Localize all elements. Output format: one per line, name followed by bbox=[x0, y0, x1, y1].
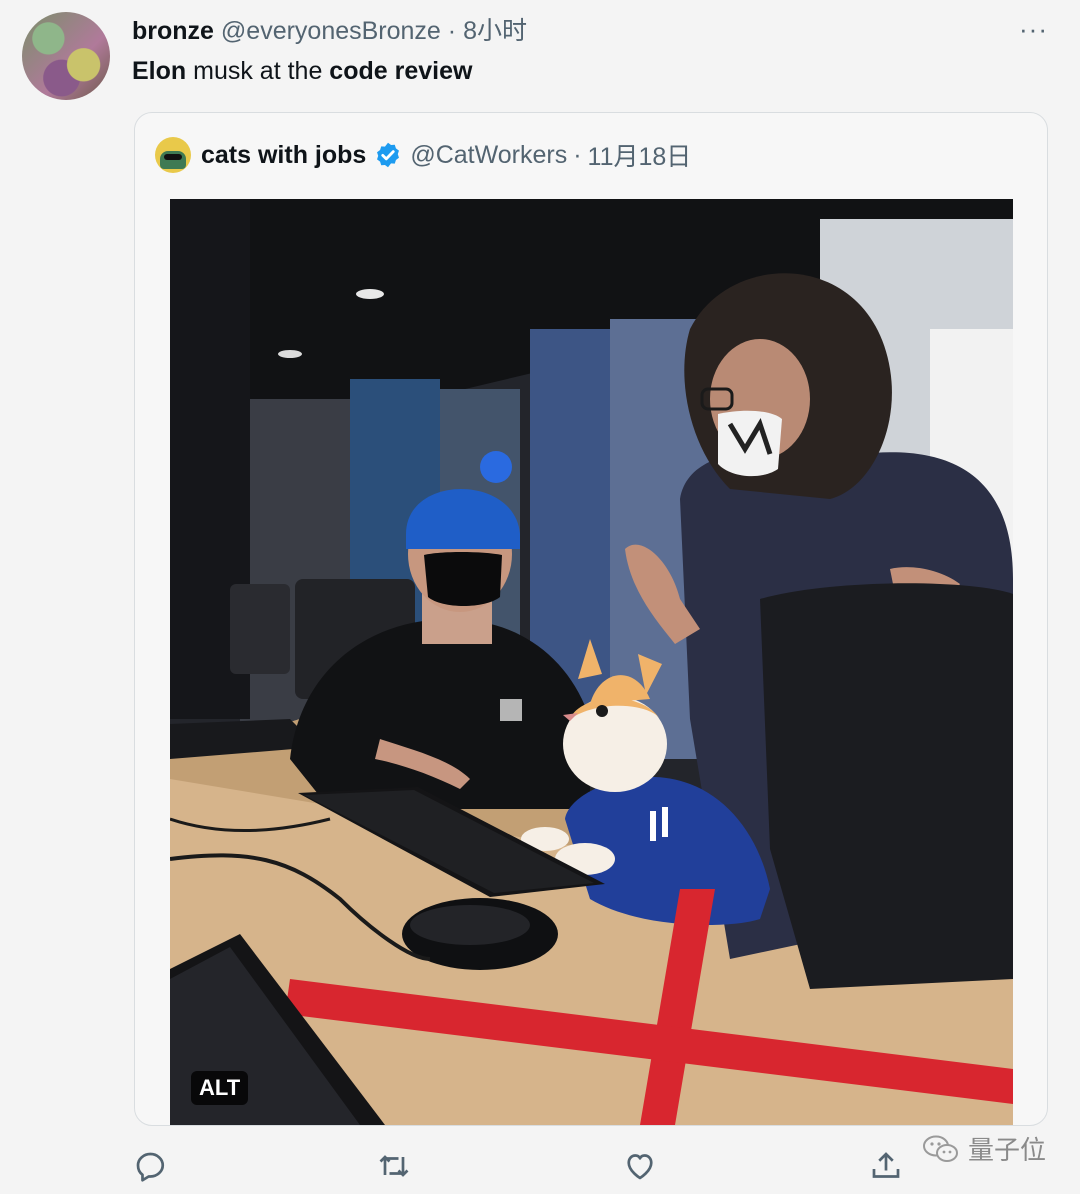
quoted-tweet-photo[interactable]: ALT bbox=[170, 199, 1013, 1125]
wechat-icon bbox=[922, 1135, 958, 1162]
quoted-author-handle[interactable]: @CatWorkers bbox=[410, 141, 567, 170]
tweet-text-part: Elon bbox=[132, 57, 187, 85]
tweet-time[interactable]: 8小时 bbox=[463, 17, 527, 45]
quoted-tweet[interactable]: cats with jobs @CatWorkers · 11月18日 ALT bbox=[134, 112, 1048, 1126]
verified-badge-icon bbox=[377, 142, 400, 168]
quoted-author-avatar[interactable] bbox=[155, 137, 191, 173]
author-handle[interactable]: @everyonesBronze bbox=[221, 17, 441, 45]
retweet-icon[interactable] bbox=[376, 1148, 412, 1184]
share-icon[interactable] bbox=[868, 1148, 904, 1184]
tweet-text-part: musk at the bbox=[186, 57, 330, 85]
author-name[interactable]: bronze bbox=[132, 17, 214, 45]
photo-illustration bbox=[170, 199, 1013, 1125]
separator-dot: · bbox=[447, 17, 457, 45]
quoted-author-name[interactable]: cats with jobs bbox=[201, 141, 366, 170]
tweet-text-part: code review bbox=[329, 57, 473, 85]
author-avatar[interactable] bbox=[22, 12, 110, 100]
alt-text-badge[interactable]: ALT bbox=[191, 1071, 249, 1105]
separator-dot: · bbox=[573, 140, 582, 169]
reply-icon[interactable] bbox=[132, 1148, 168, 1184]
tweet-actions bbox=[0, 1148, 1080, 1188]
tweet-header: bronze @everyonesBronze · 8小时 bbox=[132, 14, 527, 48]
like-icon[interactable] bbox=[622, 1148, 658, 1184]
watermark-text: 量子位 bbox=[967, 1135, 1046, 1165]
quoted-tweet-header: cats with jobs @CatWorkers · 11月18日 bbox=[155, 135, 691, 175]
tweet-text: Elon musk at the code review bbox=[132, 54, 472, 88]
quoted-tweet-date[interactable]: 11月18日 bbox=[588, 137, 692, 173]
watermark: 量子位 bbox=[922, 1130, 1046, 1167]
more-options-icon[interactable]: ··· bbox=[1019, 14, 1048, 45]
